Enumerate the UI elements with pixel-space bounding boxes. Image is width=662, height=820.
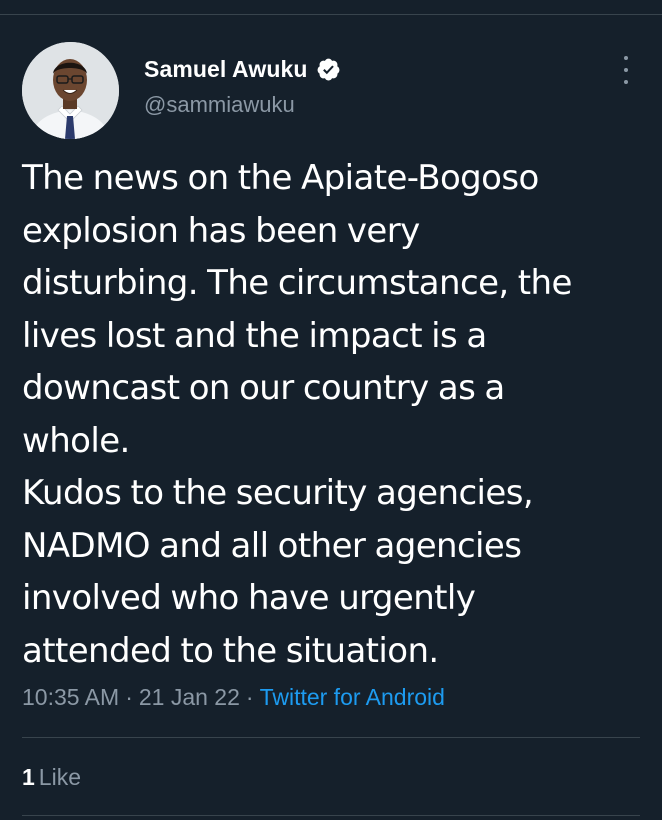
likes-label: Like <box>38 764 81 790</box>
tweet-date[interactable]: 21 Jan 22 <box>139 684 240 710</box>
top-divider <box>0 14 662 15</box>
author-info: Samuel Awuku @sammiawuku <box>144 54 341 118</box>
meta-separator: · <box>125 684 133 710</box>
tweet-time[interactable]: 10:35 AM <box>22 684 119 710</box>
tweet-source[interactable]: Twitter for Android <box>260 684 445 710</box>
tweet-header: Samuel Awuku @sammiawuku <box>22 42 640 139</box>
display-name-row: Samuel Awuku <box>144 54 341 84</box>
likes-count: 1 <box>22 764 35 790</box>
author-handle[interactable]: @sammiawuku <box>144 92 341 118</box>
avatar[interactable] <box>22 42 119 139</box>
bottom-divider <box>22 815 640 816</box>
more-dot <box>624 68 628 72</box>
more-options-icon[interactable] <box>616 56 636 84</box>
more-dot <box>624 56 628 60</box>
likes-stat[interactable]: 1 Like <box>22 764 81 791</box>
more-dot <box>624 80 628 84</box>
avatar-photo <box>22 42 119 139</box>
verified-badge-icon <box>316 57 341 82</box>
tweet-meta: 10:35 AM · 21 Jan 22 · Twitter for Android <box>22 684 445 711</box>
display-name[interactable]: Samuel Awuku <box>144 56 308 83</box>
stats-divider <box>22 737 640 738</box>
tweet-text: The news on the Apiate-Bogoso explosion … <box>22 158 572 671</box>
meta-separator: · <box>245 684 254 710</box>
